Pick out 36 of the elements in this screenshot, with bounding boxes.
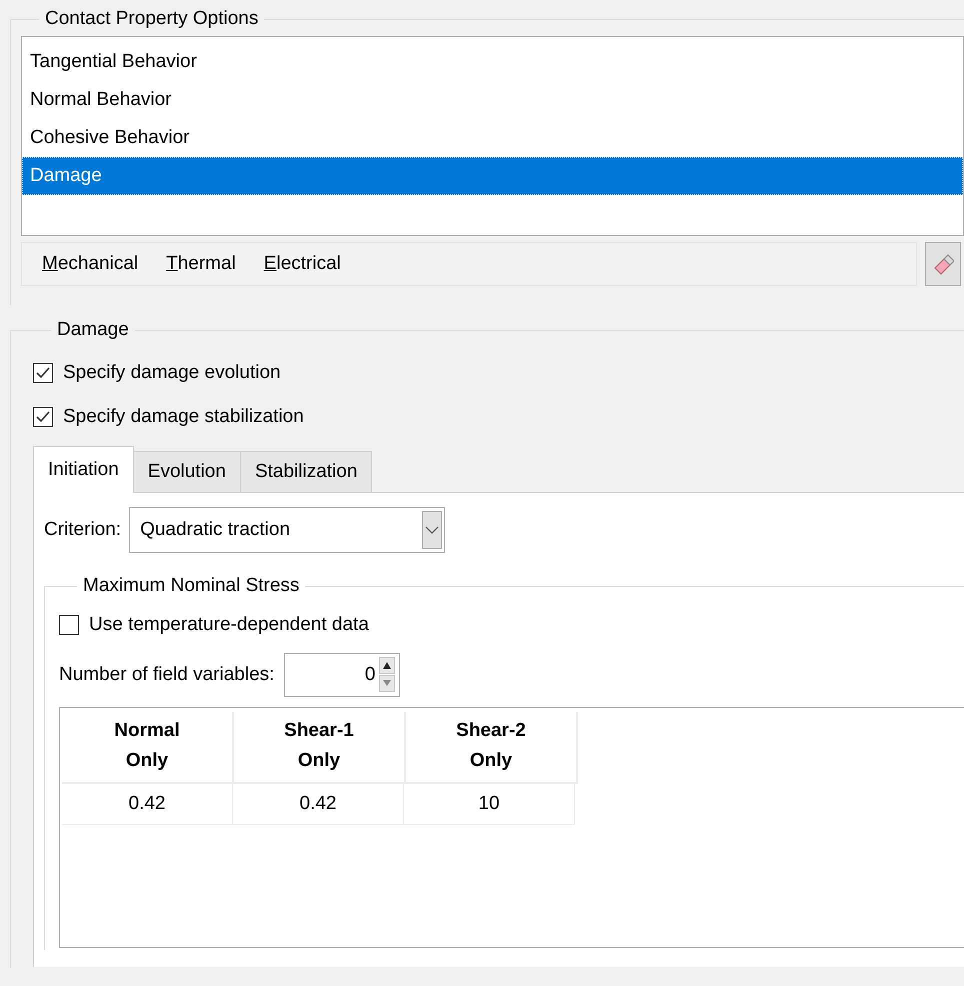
checkbox-label: Specify damage evolution — [63, 362, 281, 384]
field-variables-label: Number of field variables: — [59, 664, 274, 686]
tab[interactable]: Stabilization — [240, 451, 372, 492]
list-item[interactable]: Tangential Behavior — [22, 43, 963, 81]
menu-item[interactable]: Thermal — [166, 253, 236, 275]
column-header: Shear-2 Only — [406, 712, 578, 784]
column-header: Normal Only — [62, 712, 234, 784]
group-title: Contact Property Options — [44, 8, 260, 30]
group-title: Damage — [56, 319, 130, 341]
number-spinner[interactable]: 0 — [284, 653, 400, 697]
checkbox[interactable] — [33, 363, 53, 383]
checkbox-label: Specify damage stabilization — [63, 406, 304, 428]
table-cell[interactable]: 0.42 — [62, 784, 233, 825]
checkbox[interactable] — [33, 407, 53, 427]
delete-button[interactable] — [925, 242, 961, 286]
tab[interactable]: Evolution — [132, 451, 241, 492]
criterion-dropdown[interactable]: Quadratic traction — [129, 507, 446, 553]
column-header: Shear-1 Only — [234, 712, 406, 784]
list-item[interactable]: Normal Behavior — [22, 81, 963, 119]
group-title: Maximum Nominal Stress — [82, 575, 300, 597]
option-list[interactable]: Tangential Behavior Normal Behavior Cohesive Behavior Damage — [21, 36, 964, 236]
chevron-down-icon — [422, 511, 442, 549]
check-icon — [35, 409, 51, 425]
criterion-label: Criterion: — [44, 519, 122, 541]
menu-item[interactable]: Mechanical — [42, 253, 138, 275]
checkbox[interactable] — [59, 615, 79, 635]
tab[interactable]: Initiation — [33, 446, 134, 493]
list-item[interactable]: Damage — [22, 157, 963, 195]
check-icon — [35, 365, 51, 381]
spinner-arrows-icon — [379, 657, 396, 693]
menu-item[interactable]: Electrical — [264, 253, 341, 275]
eraser-icon — [932, 253, 954, 275]
table-cell[interactable]: 10 — [404, 784, 575, 825]
checkbox-label: Use temperature-dependent data — [89, 614, 369, 636]
list-item[interactable]: Cohesive Behavior — [22, 119, 963, 157]
table-cell[interactable]: 0.42 — [233, 784, 404, 825]
